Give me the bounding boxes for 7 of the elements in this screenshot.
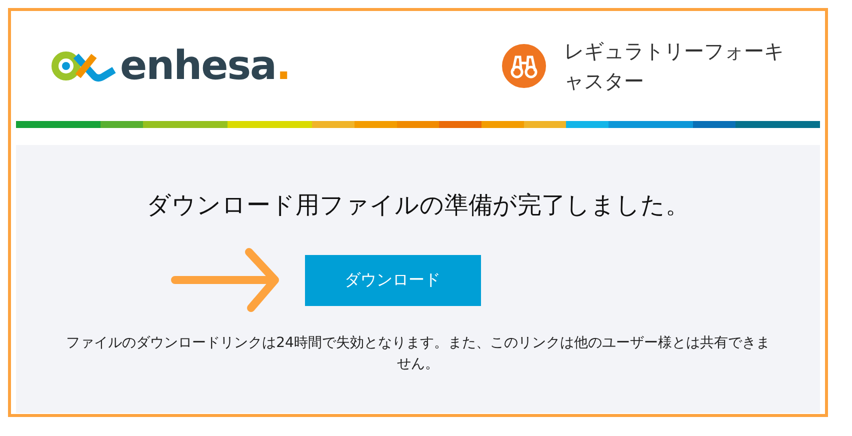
- binoculars-icon: [502, 44, 546, 88]
- download-button[interactable]: ダウンロード: [304, 254, 480, 306]
- expiry-note: ファイルのダウンロードリンクは24時間で失効となります。また、このリンクは他のユーザー様とは共有できません。: [65, 334, 771, 374]
- logo-text: enhesa.: [120, 43, 290, 89]
- arrow-icon: [170, 248, 280, 312]
- ready-message: ダウンロード用ファイルの準備が完了しました。: [146, 190, 690, 221]
- product-title: レギュラトリーフォーキャスター: [564, 38, 784, 95]
